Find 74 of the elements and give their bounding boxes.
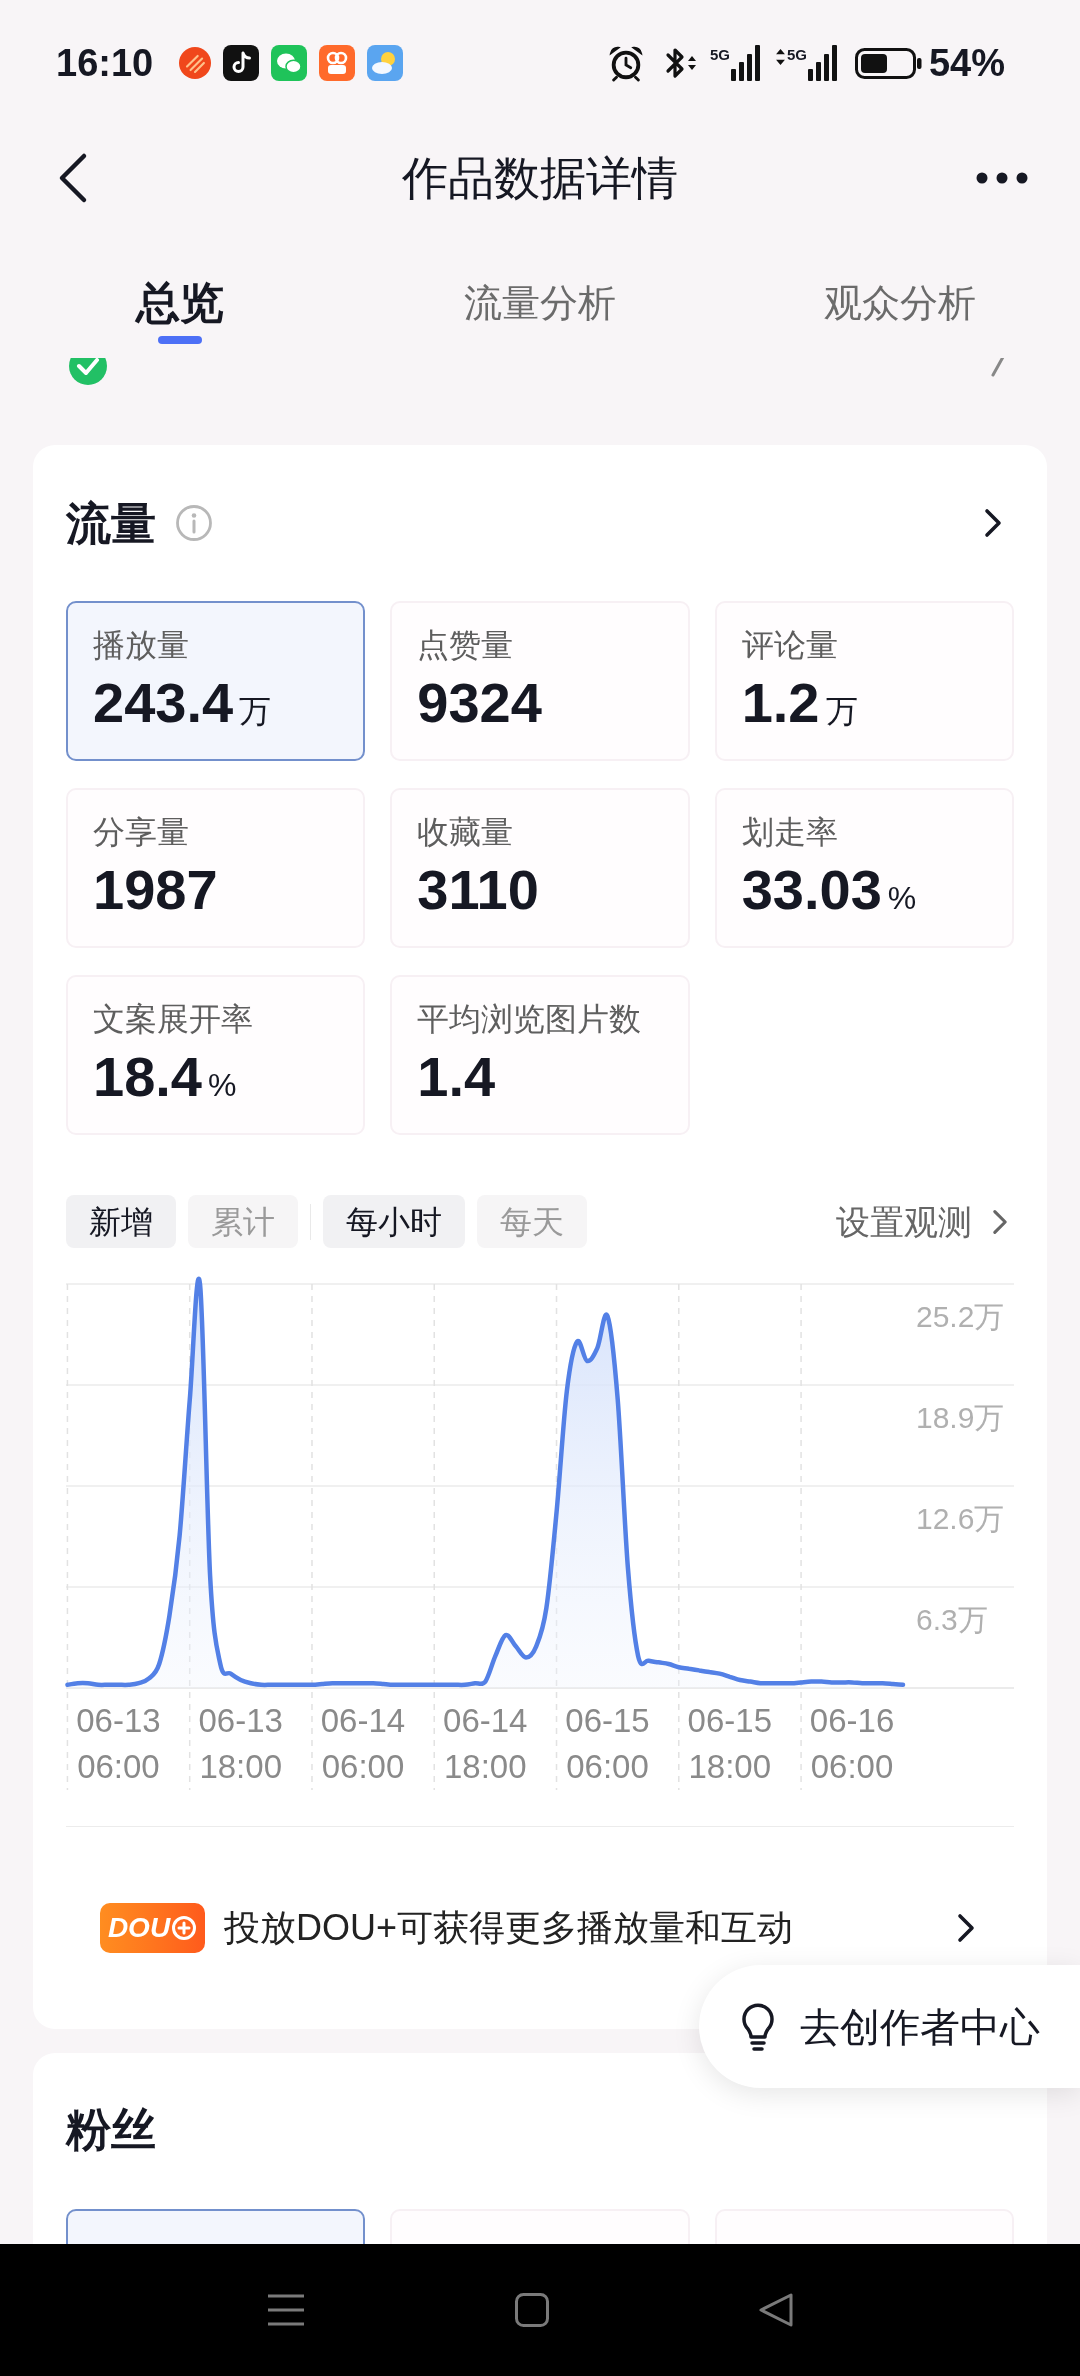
chevron-right-icon (992, 1208, 1008, 1235)
metric-label: 收藏量 (417, 813, 515, 852)
x-axis-label: 06-14 18:00 (443, 1701, 528, 1787)
sun-cloud-icon (367, 45, 404, 81)
metric-value: 1987 (93, 858, 218, 922)
slash-icon (991, 358, 1005, 377)
chevron-right-icon[interactable] (957, 1913, 975, 1943)
music-note-icon (223, 45, 260, 81)
metric-card[interactable]: 文案展开率 18.4% (66, 975, 366, 1135)
x-axis-label: 06-13 18:00 (198, 1701, 283, 1787)
metric-label: 划走率 (741, 813, 839, 852)
x-axis-label: 06-15 06:00 (565, 1701, 650, 1787)
metric-unit: % (887, 879, 917, 918)
metric-unit: 万 (239, 692, 272, 731)
y-axis-label: 18.9万 (916, 1400, 1005, 1436)
network-type: 5G (786, 47, 807, 62)
logo-text: DOU (107, 1914, 171, 1942)
filter-chip[interactable]: 新增 (66, 1195, 176, 1248)
metric-label: 点赞量 (417, 626, 515, 665)
metric-label: 播放量 (93, 626, 190, 665)
section-title: 粉丝 (66, 2106, 156, 2152)
metric-card[interactable]: 评论量 1.2 万 (714, 601, 1014, 761)
triangle-icon[interactable] (758, 2292, 794, 2328)
creator-center-button[interactable]: 去创作者中心 (699, 1965, 1080, 2088)
battery-percent: 54% (928, 44, 1005, 82)
x-axis-label: 06-14 06:00 (320, 1701, 406, 1787)
metric-unit: % (208, 1066, 237, 1105)
circles-tile-icon (319, 45, 356, 81)
tab-indicator (158, 336, 202, 344)
metric-value: 18.4 (93, 1045, 202, 1109)
metric-label: 评论量 (741, 626, 839, 665)
section-title: 流量 (66, 500, 156, 546)
y-axis-label: 12.6万 (916, 1501, 1005, 1537)
more-dots-icon (976, 172, 1028, 184)
metric-card[interactable]: 分享量 1987 (66, 788, 366, 948)
tab[interactable]: 流量分析 (360, 230, 720, 358)
metric-value: 1.2 (741, 671, 820, 735)
metric-card[interactable]: 播放量 243.4万 (66, 601, 366, 761)
metric-value: 9324 (417, 671, 542, 735)
x-axis-label: 06-16 06:00 (809, 1701, 895, 1787)
signal-bars-icon (807, 45, 838, 81)
tab[interactable]: 总览 (0, 230, 360, 358)
x-axis-label: 06-13 06:00 (76, 1701, 161, 1787)
metric-label: 平均浏览图片数 (417, 1000, 643, 1039)
x-axis-label: 06-15 18:00 (687, 1701, 772, 1787)
metric-card[interactable]: 收藏量 3110 (390, 788, 690, 948)
y-axis-label: 25.2万 (916, 1299, 1005, 1335)
metric-label: 文案展开率 (93, 1000, 254, 1039)
metric-value: 243.4 (93, 671, 234, 735)
status-time: 16:10 (56, 44, 154, 82)
metric-card[interactable]: 平均浏览图片数 1.4 (390, 975, 690, 1135)
chevron-right-icon[interactable] (984, 508, 1002, 538)
metric-unit: 万 (825, 692, 858, 731)
observe-link[interactable]: 设置观测 (836, 1204, 1014, 1239)
page-title: 作品数据详情 (401, 155, 679, 201)
metric-label: 分享量 (93, 813, 190, 852)
metric-card[interactable]: 划走率 33.03% (714, 788, 1014, 948)
signal-bars-icon (730, 45, 761, 81)
metric-value: 33.03 (741, 858, 882, 922)
metric-card[interactable]: 点赞量 9324 (390, 601, 690, 761)
promo-text[interactable]: 投放DOU+可获得更多播放量和互动 (224, 1910, 794, 1946)
metric-value: 1.4 (417, 1045, 496, 1109)
more-button[interactable] (976, 172, 1028, 184)
y-axis-label: 6.3万 (916, 1602, 988, 1638)
metric-value: 3110 (417, 858, 539, 922)
filter-chip[interactable]: 每小时 (323, 1195, 465, 1248)
network-type: 5G (709, 47, 730, 62)
tab[interactable]: 观众分析 (720, 230, 1080, 358)
menu-icon[interactable] (268, 2294, 304, 2326)
striped-ball-icon (179, 47, 212, 79)
chat-bubbles-icon (271, 45, 308, 81)
plus-circle-icon (171, 1915, 198, 1941)
battery-icon (854, 47, 922, 79)
square-icon[interactable] (515, 2293, 549, 2327)
